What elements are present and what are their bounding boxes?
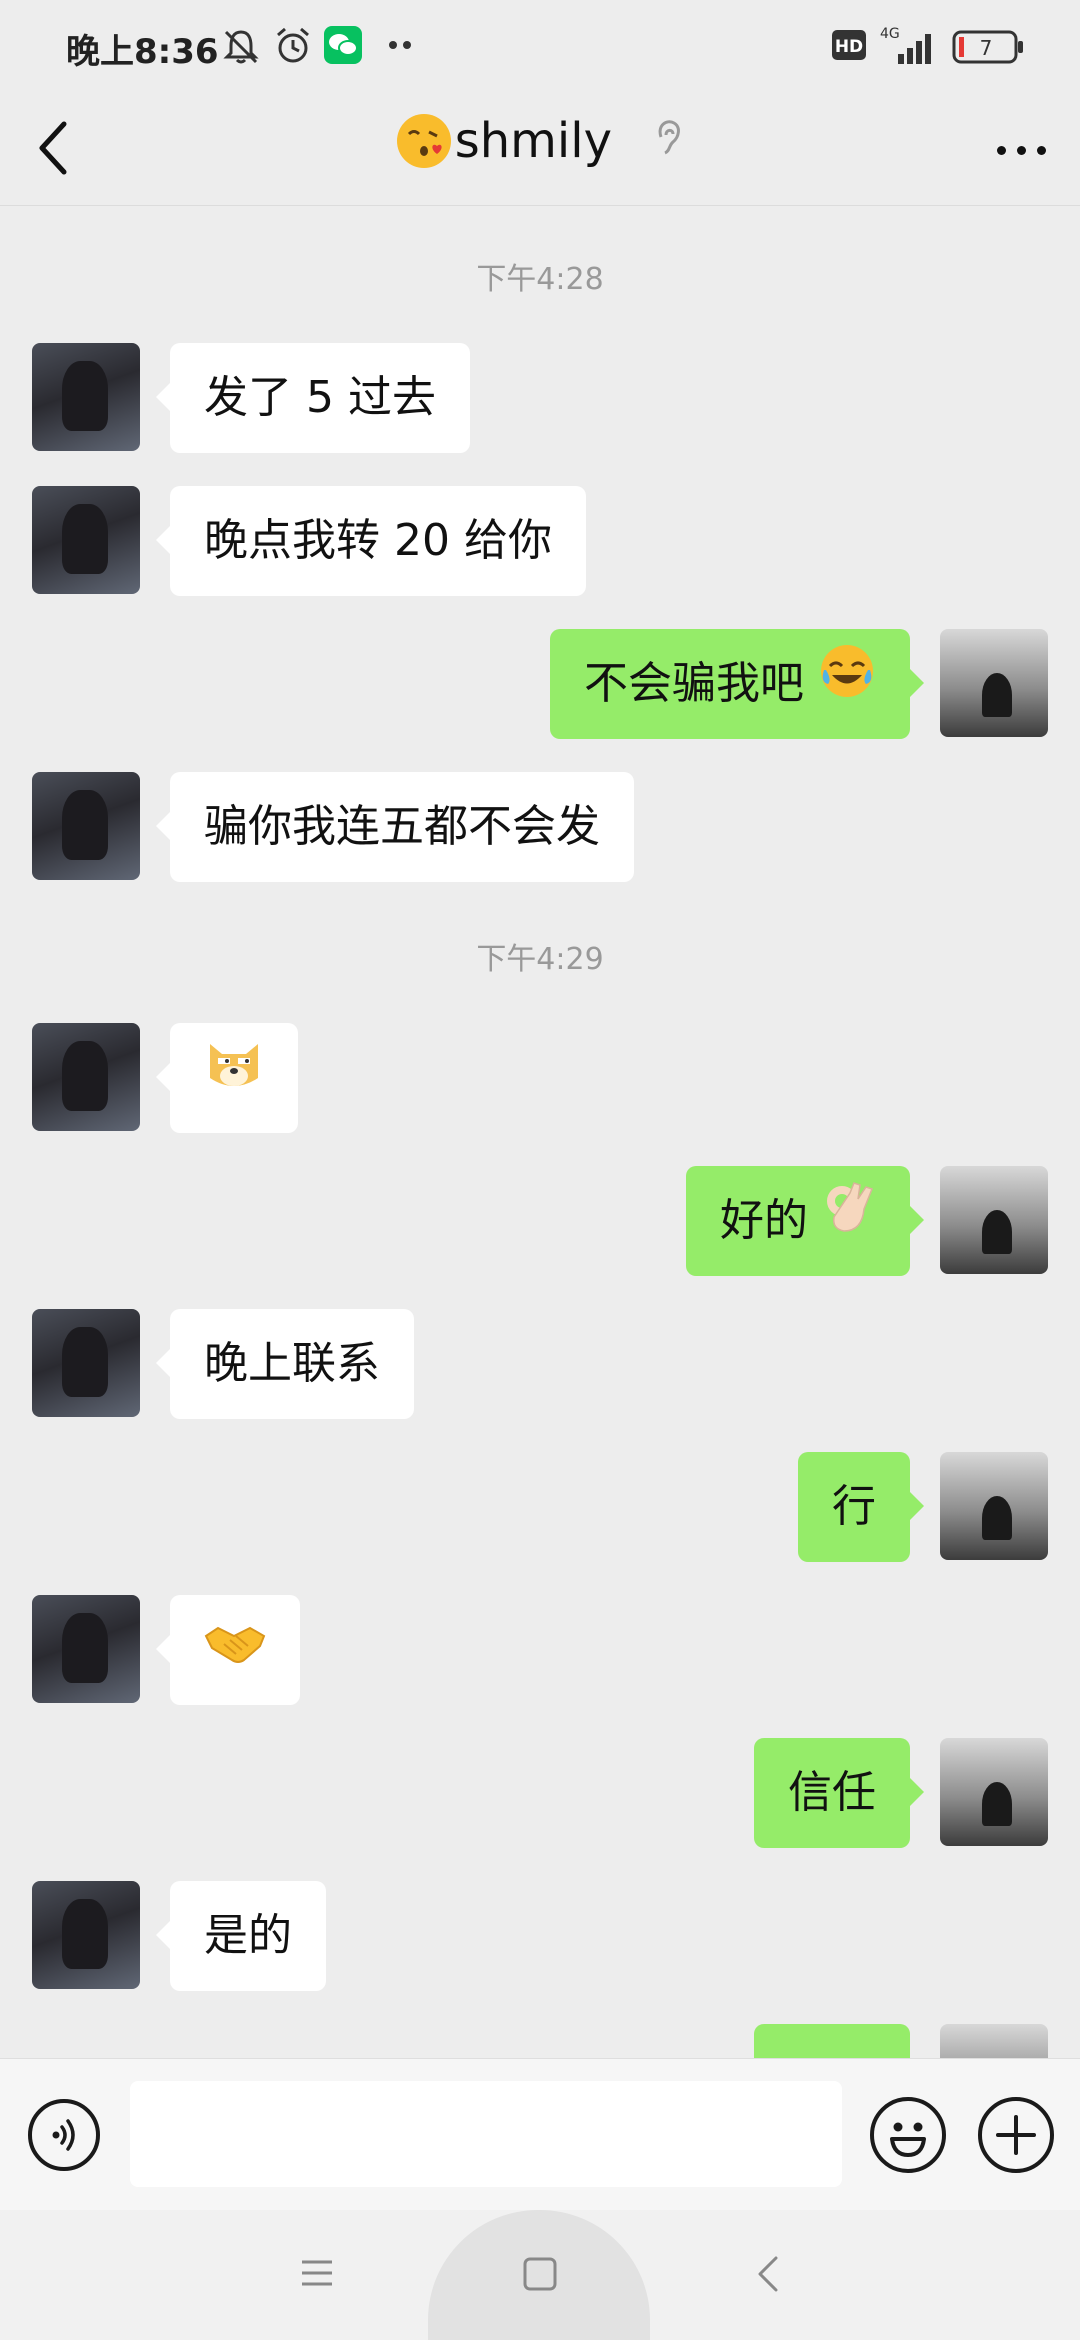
chat-header: shmily: [0, 90, 1080, 206]
message-list[interactable]: 下午4:28 发了 5 过去 晚点我转 20 给你 不会骗我吧 骗你我连五都不会…: [0, 206, 1080, 2058]
contact-name: shmily: [454, 113, 612, 169]
my-avatar[interactable]: [940, 1452, 1048, 1560]
timestamp: 下午4:29: [476, 942, 604, 977]
contact-avatar[interactable]: [32, 1595, 140, 1703]
message-text: 不会骗我吧: [584, 658, 804, 709]
network-label: 4G: [880, 26, 900, 42]
chat-title: shmily: [0, 110, 1080, 169]
message-bubble[interactable]: 晚上联系: [156, 1309, 414, 1419]
face-blowing-kiss-icon: [396, 114, 451, 168]
message-bubble-self[interactable]: 好的: [686, 1166, 924, 1278]
message-text: 好的: [720, 1195, 808, 1246]
back-nav-icon[interactable]: [756, 2254, 780, 2294]
my-avatar[interactable]: [940, 629, 1048, 737]
menu-icon[interactable]: [300, 2256, 334, 2290]
wechat-icon: [324, 26, 362, 64]
message-text: 骗你我连五都不会发: [204, 801, 600, 852]
contact-avatar[interactable]: [32, 1023, 140, 1131]
laughing-crying-icon: [818, 631, 876, 741]
message-text: 发了 5 过去: [204, 372, 436, 423]
hd-label: HD: [835, 37, 863, 57]
status-bar: 晚上8:36 HD 4G 7: [0, 0, 1080, 90]
message-text: 行: [832, 1481, 876, 1532]
message-bubble[interactable]: [156, 1595, 300, 1707]
more-icon[interactable]: [986, 140, 1046, 159]
message-bubble[interactable]: 晚点我转 20 给你: [156, 486, 586, 596]
message-bubble[interactable]: 骗你我连五都不会发: [156, 772, 634, 882]
message-input[interactable]: [130, 2081, 842, 2187]
my-avatar[interactable]: [940, 1738, 1048, 1846]
timestamp: 下午4:28: [476, 262, 604, 297]
battery-icon: 7: [952, 30, 1023, 64]
my-avatar[interactable]: [940, 2024, 1048, 2058]
my-avatar[interactable]: [940, 1166, 1048, 1274]
hd-icon: HD: [832, 30, 866, 60]
input-bar: [0, 2058, 1080, 2211]
alarm-icon: [277, 27, 309, 63]
message-bubble-self[interactable]: [754, 2024, 910, 2058]
message-bubble-self[interactable]: 信任: [754, 1738, 924, 1848]
battery-level: 7: [980, 36, 993, 60]
message-text: 晚点我转 20 给你: [204, 515, 552, 566]
message-bubble[interactable]: 发了 5 过去: [156, 343, 470, 453]
plus-icon[interactable]: [978, 2097, 1054, 2173]
contact-avatar[interactable]: [32, 1309, 140, 1417]
status-time: 晚上8:36: [66, 32, 219, 72]
contact-avatar[interactable]: [32, 1881, 140, 1989]
contact-avatar[interactable]: [32, 486, 140, 594]
contact-avatar[interactable]: [32, 343, 140, 451]
ear-icon[interactable]: [653, 113, 683, 169]
4g-signal-icon: 4G: [880, 26, 931, 64]
more-dots-icon: [389, 41, 411, 49]
ok-hand-icon: [822, 1168, 876, 1278]
handshake-icon: [204, 1597, 266, 1707]
message-bubble-self[interactable]: 不会骗我吧: [550, 629, 924, 741]
emoji-icon[interactable]: [870, 2097, 946, 2173]
voice-icon[interactable]: [28, 2099, 100, 2171]
message-bubble[interactable]: [156, 1023, 298, 1135]
message-text: 晚上联系: [204, 1338, 380, 1389]
mute-bell-icon: [223, 30, 259, 64]
message-bubble[interactable]: 是的: [156, 1881, 326, 1991]
system-nav-bar: [0, 2210, 1080, 2340]
doge-icon: [204, 1025, 264, 1135]
message-text: 信任: [788, 1767, 876, 1818]
message-text: 是的: [204, 1910, 292, 1961]
message-bubble-self[interactable]: 行: [798, 1452, 924, 1562]
contact-avatar[interactable]: [32, 772, 140, 880]
home-icon[interactable]: [522, 2256, 558, 2292]
